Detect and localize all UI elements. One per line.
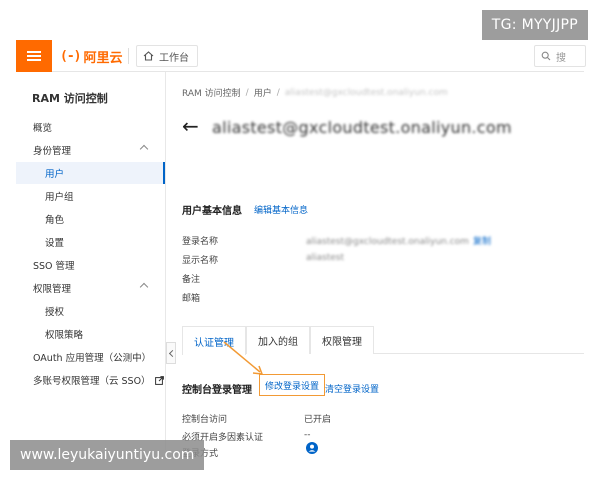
search-icon (541, 51, 551, 61)
home-icon (143, 51, 154, 61)
sidebar-item-grants[interactable]: 授权 (16, 300, 165, 322)
sidebar-item-settings[interactable]: 设置 (16, 231, 165, 253)
sidebar-item-label: 用户组 (45, 192, 74, 203)
breadcrumb-separator: / (245, 87, 249, 98)
sidebar-item-policies[interactable]: 权限策略 (16, 323, 165, 345)
workbench-button[interactable]: 工作台 (136, 45, 198, 67)
sidebar-group-permissions[interactable]: 权限管理 (16, 277, 165, 299)
login-name-value: aliastest@gxcloudtest.onaliyun.com (306, 237, 469, 247)
info-value-display-name: aliastest (306, 253, 345, 263)
sidebar-item-label: OAuth 应用管理（公测中） (33, 353, 152, 364)
tab-permissions[interactable]: 权限管理 (310, 326, 374, 354)
website-watermark: www.leyukaiyuntiyu.com (10, 440, 205, 470)
workbench-label: 工作台 (159, 52, 189, 64)
sidebar-item-label: 权限策略 (45, 330, 84, 341)
sidebar-item-overview[interactable]: 概览 (16, 116, 165, 138)
menu-button[interactable] (16, 40, 52, 72)
clear-login-settings-link[interactable]: 清空登录设置 (325, 382, 379, 395)
logo-text: 阿里云 (83, 50, 123, 66)
back-arrow-icon[interactable]: ← (182, 114, 199, 138)
console-login-title: 控制台登录管理 (182, 385, 252, 396)
info-value-login-name: aliastest@gxcloudtest.onaliyun.com 复制 (306, 234, 491, 247)
sidebar-item-label: 用户 (45, 169, 65, 180)
page-title: aliastest@gxcloudtest.onaliyun.com (212, 118, 512, 137)
sidebar-group-identity[interactable]: 身份管理 (16, 139, 165, 161)
sidebar-item-label: 身份管理 (33, 146, 72, 157)
info-label-email: 邮箱 (182, 294, 201, 304)
aliyun-logo[interactable]: (-) 阿里云 (60, 47, 123, 66)
sidebar: RAM 访问控制 概览 身份管理 用户 用户组 角色 设置 SSO 管理 权限管… (16, 72, 166, 450)
sidebar-title: RAM 访问控制 (32, 92, 108, 105)
sidebar-item-user-groups[interactable]: 用户组 (16, 185, 165, 207)
edit-login-settings-link[interactable]: 修改登录设置 (259, 374, 325, 396)
telegram-badge: TG: MYYJJPP (481, 10, 588, 40)
chevron-up-icon (139, 282, 149, 292)
sidebar-item-cloud-sso[interactable]: 多账号权限管理（云 SSO） (16, 369, 165, 391)
basic-info-title: 用户基本信息 (182, 206, 242, 217)
info-label-note: 备注 (182, 275, 201, 285)
chevron-up-icon (139, 144, 149, 154)
menu-icon-line (27, 55, 41, 57)
console-window: (-) 阿里云 工作台 搜 RAM 访问控制 概览 身份管理 用户 用户组 角色… (16, 40, 586, 459)
kv-label-console-access: 控制台访问 (182, 415, 228, 425)
kv-value-mfa-required: -- (304, 430, 311, 440)
divider (128, 48, 129, 64)
sidebar-item-label: 概览 (33, 123, 53, 134)
breadcrumb-item-users[interactable]: 用户 (254, 86, 272, 99)
copy-link[interactable]: 复制 (473, 237, 491, 247)
menu-icon (27, 51, 41, 53)
sidebar-item-label: 权限管理 (33, 284, 72, 295)
sidebar-item-label: 设置 (45, 238, 65, 249)
main-content: RAM 访问控制 / 用户 / aliastest@gxcloudtest.on… (166, 72, 584, 459)
sidebar-item-label: SSO 管理 (33, 261, 75, 272)
breadcrumb-separator: / (276, 87, 280, 98)
breadcrumb-item-current: aliastest@gxcloudtest.onaliyun.com (284, 87, 448, 98)
sidebar-item-roles[interactable]: 角色 (16, 208, 165, 230)
info-label-login-name: 登录名称 (182, 237, 219, 247)
sidebar-item-label: 角色 (45, 215, 65, 226)
edit-basic-info-link[interactable]: 编辑基本信息 (254, 203, 308, 216)
sidebar-item-label: 多账号权限管理（云 SSO） (33, 376, 151, 387)
search-input[interactable]: 搜 (534, 45, 586, 67)
menu-icon-line (27, 59, 41, 61)
sidebar-item-sso[interactable]: SSO 管理 (16, 254, 165, 276)
sidebar-item-label: 授权 (45, 307, 65, 318)
breadcrumb-item-ram[interactable]: RAM 访问控制 (182, 86, 241, 99)
top-bar: (-) 阿里云 工作台 搜 (16, 40, 586, 72)
info-label-display-name: 显示名称 (182, 256, 219, 266)
external-link-icon (154, 375, 164, 385)
sidebar-item-oauth[interactable]: OAuth 应用管理（公测中） (16, 346, 165, 368)
kv-value-console-access: 已开启 (304, 415, 332, 425)
user-avatar-icon (306, 442, 318, 454)
search-placeholder: 搜 (556, 52, 566, 64)
sidebar-item-users[interactable]: 用户 (16, 162, 165, 184)
logo-mark-icon: (-) (60, 48, 82, 64)
breadcrumb: RAM 访问控制 / 用户 / aliastest@gxcloudtest.on… (182, 86, 448, 100)
